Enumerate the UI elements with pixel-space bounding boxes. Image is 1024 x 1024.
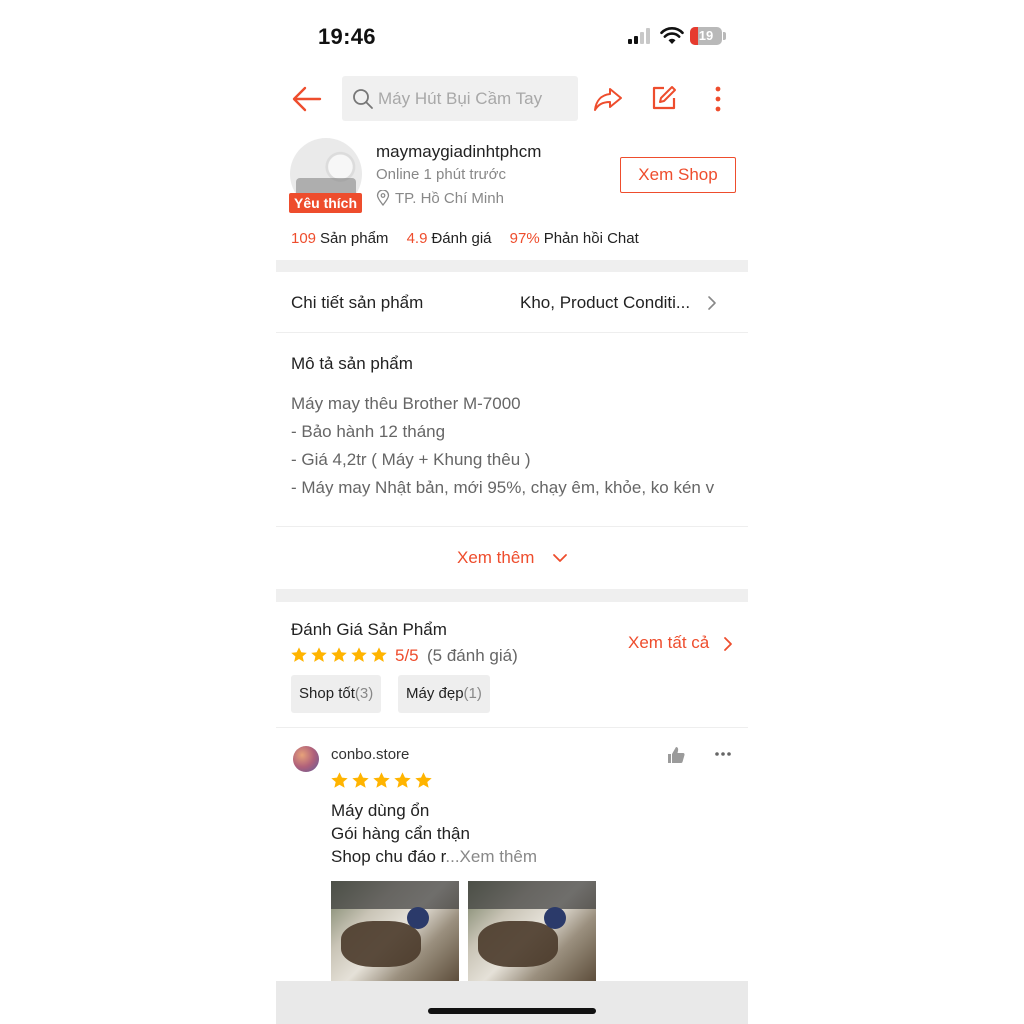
search-icon [353, 89, 373, 109]
shop-section: Yêu thích maymaygiadinhtphcm Online 1 ph… [276, 132, 748, 260]
bottom-bar [276, 981, 748, 1024]
see-more-label: Xem thêm [457, 548, 535, 567]
product-details-value: Kho, Product Conditi... [520, 293, 691, 312]
battery-icon: 19 [690, 27, 722, 45]
star-icon [291, 647, 307, 662]
share-icon[interactable] [592, 83, 624, 115]
star-icon [311, 647, 327, 662]
search-input[interactable] [378, 76, 574, 121]
review-rating-stars [330, 771, 435, 790]
review-filter-chip[interactable]: Shop tốt(3) [291, 675, 382, 713]
rating-score: 5/5 [395, 646, 419, 665]
shop-stats: 109 Sản phẩm 4.9 Đánh giá 97% Phản hồi Chat [291, 230, 653, 247]
chevron-down-icon [553, 554, 567, 562]
description-text: Máy may thêu Brother M-7000 - Bảo hành 1… [291, 392, 748, 504]
status-bar: 19:46 19 [276, 0, 748, 70]
section-divider [276, 260, 748, 272]
reviewer-name: conbo.store [331, 746, 410, 763]
chevron-right-icon [708, 296, 716, 310]
product-reviews-section: Đánh Giá Sản Phẩm 5/5 (5 đánh giá) Xem t… [276, 602, 748, 728]
description-fade [276, 494, 748, 526]
cellular-signal-icon [628, 28, 654, 44]
stat-products: 109 Sản phẩm [291, 230, 389, 247]
home-indicator[interactable] [428, 1008, 596, 1014]
top-nav-bar [276, 70, 748, 132]
rating-count: (5 đánh giá) [427, 646, 518, 665]
star-icon [331, 647, 347, 662]
review-photo[interactable] [468, 881, 596, 985]
reviewer-avatar [293, 746, 319, 772]
phone-screen: 19:46 19 Máy Hút Bụi Cầm Tay Yêu thích m… [276, 0, 748, 1024]
shop-location: TP. Hồ Chí Minh [395, 190, 504, 207]
favorite-badge: Yêu thích [289, 193, 363, 213]
product-description: Mô tả sản phẩm Máy may thêu Brother M-70… [276, 334, 748, 527]
review-photo[interactable] [331, 881, 459, 985]
description-title: Mô tả sản phẩm [291, 354, 413, 373]
wifi-icon [660, 27, 684, 44]
chevron-right-icon[interactable] [722, 636, 734, 652]
description-line: Máy may thêu Brother M-7000 [291, 394, 521, 413]
stat-chat-response: 97% Phản hồi Chat [509, 230, 639, 247]
review-text: Máy dùng ổn Gói hàng cẩn thận Shop chu đ… [331, 799, 537, 868]
status-time: 19:46 [318, 24, 376, 49]
location-pin-icon [376, 190, 390, 206]
battery-level: 19 [698, 28, 714, 43]
review-filter-chip[interactable]: Máy đẹp(1) [398, 675, 490, 713]
star-icon [352, 772, 369, 788]
star-icon [394, 772, 411, 788]
section-divider [276, 589, 748, 602]
back-arrow-icon[interactable] [290, 82, 324, 116]
more-vertical-icon[interactable] [706, 84, 730, 114]
star-icon [331, 772, 348, 788]
product-details-row[interactable]: Chi tiết sản phẩm Kho, Product Conditi..… [276, 272, 748, 333]
thumbs-up-icon[interactable] [666, 745, 686, 765]
product-details-label: Chi tiết sản phẩm [291, 293, 424, 312]
description-line: - Bảo hành 12 tháng [291, 422, 446, 441]
star-icon [373, 772, 390, 788]
star-icon [415, 772, 432, 788]
view-all-reviews-link[interactable]: Xem tất cả [628, 633, 709, 653]
more-horizontal-icon[interactable] [714, 751, 732, 757]
review-line: Máy dùng ổn [331, 801, 430, 820]
view-shop-button[interactable]: Xem Shop [620, 157, 736, 193]
star-icon [371, 647, 387, 662]
star-icon [351, 647, 367, 662]
edit-icon[interactable] [650, 84, 678, 112]
search-bar[interactable] [342, 76, 578, 121]
reviews-title: Đánh Giá Sản Phẩm [291, 620, 447, 639]
see-more-button[interactable]: Xem thêm [276, 528, 748, 589]
rating-stars [290, 646, 390, 664]
shop-name[interactable]: maymaygiadinhtphcm [376, 142, 541, 162]
review-see-more[interactable]: ...Xem thêm [445, 847, 537, 866]
description-line: - Giá 4,2tr ( Máy + Khung thêu ) [291, 450, 531, 469]
review-item: conbo.store Máy dùng ổn Gói hàng cẩn thậ… [276, 729, 748, 989]
review-line: Shop chu đáo r...Xem thêm [331, 847, 538, 866]
stat-rating: 4.9 Đánh giá [406, 230, 492, 247]
review-line: Gói hàng cẩn thận [331, 824, 470, 843]
shop-online-status: Online 1 phút trước [376, 166, 506, 183]
battery-tip [723, 32, 726, 40]
